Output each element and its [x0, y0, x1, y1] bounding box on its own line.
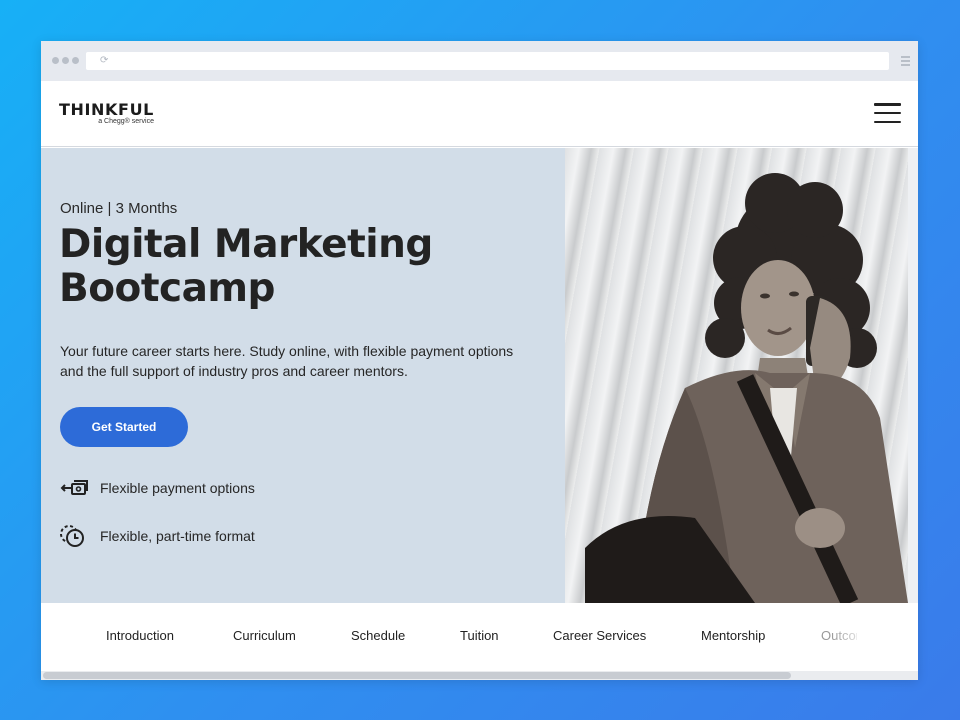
thinkful-logo[interactable]: THINKFUL a Chegg® service — [59, 101, 154, 126]
payment-transfer-icon — [60, 480, 88, 495]
browser-chrome: ⟳ — [41, 41, 918, 81]
section-nav-mentorship[interactable]: Mentorship — [701, 628, 765, 643]
section-nav-schedule[interactable]: Schedule — [351, 628, 405, 643]
scrollbar-thumb[interactable] — [43, 672, 791, 679]
section-nav-introduction[interactable]: Introduction — [106, 628, 174, 643]
feature-format: Flexible, part-time format — [60, 524, 255, 548]
hamburger-menu-icon[interactable] — [874, 103, 901, 123]
page-title: Digital Marketing Bootcamp — [59, 222, 433, 311]
logo-wordmark: THINKFUL — [59, 100, 154, 119]
feature-label: Flexible payment options — [100, 480, 255, 496]
hero-description: Your future career starts here. Study on… — [60, 343, 514, 379]
program-format: Online | 3 Months — [60, 200, 178, 217]
horizontal-scrollbar[interactable] — [41, 671, 918, 680]
section-nav-curriculum[interactable]: Curriculum — [233, 628, 296, 643]
browser-menu-icon[interactable] — [901, 56, 910, 68]
photo-scroll-track[interactable] — [908, 148, 918, 603]
logo-tagline: a Chegg® service — [98, 118, 154, 125]
site-header: THINKFUL a Chegg® service — [41, 81, 918, 147]
address-bar[interactable]: ⟳ — [86, 52, 889, 70]
section-nav: Introduction Curriculum Schedule Tuition… — [41, 603, 918, 680]
feature-label: Flexible, part-time format — [100, 528, 255, 544]
nav-fade-overlay — [831, 618, 881, 658]
hero-photo — [565, 148, 908, 603]
woman-on-phone-image — [585, 173, 908, 603]
feature-payment: Flexible payment options — [60, 476, 255, 500]
section-nav-tuition[interactable]: Tuition — [460, 628, 499, 643]
clock-dashed-icon — [60, 525, 84, 547]
window-dot-close[interactable] — [52, 57, 59, 64]
window-dot-minimize[interactable] — [62, 57, 69, 64]
window-controls — [52, 57, 79, 64]
hero-section: Online | 3 Months Digital Marketing Boot… — [41, 148, 918, 603]
section-nav-career-services[interactable]: Career Services — [553, 628, 646, 643]
reload-icon[interactable]: ⟳ — [100, 55, 108, 67]
browser-window: ⟳ THINKFUL a Chegg® service Online | 3 M… — [41, 41, 918, 680]
window-dot-maximize[interactable] — [72, 57, 79, 64]
get-started-button[interactable]: Get Started — [60, 407, 188, 447]
